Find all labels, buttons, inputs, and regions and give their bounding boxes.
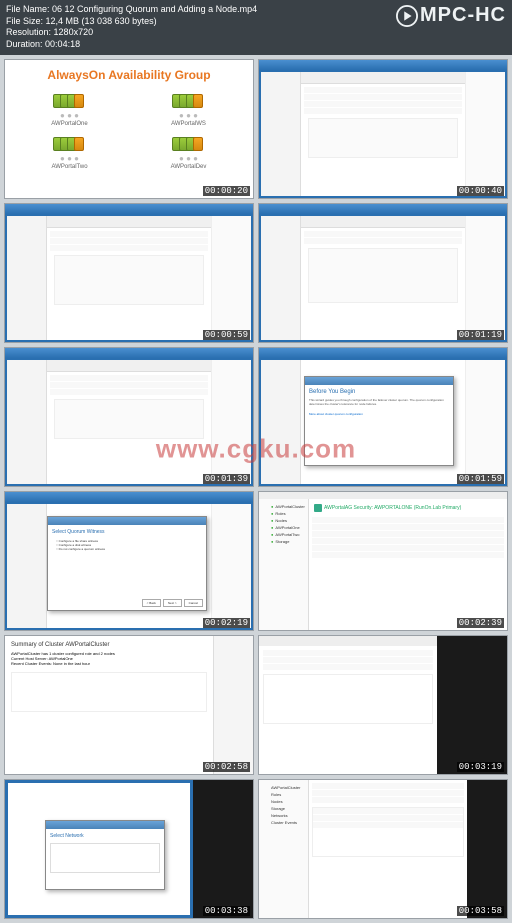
tree-item[interactable]: AWPortalTwo — [263, 531, 304, 538]
cluster-node: ● ● ● AWPortalDev — [144, 137, 233, 170]
timestamp: 00:02:19 — [203, 618, 250, 628]
timestamp: 00:01:59 — [457, 474, 504, 484]
timestamp: 00:03:58 — [457, 906, 504, 916]
tree-item[interactable]: Storage — [263, 805, 304, 812]
timestamp: 00:00:20 — [203, 186, 250, 196]
duration-label: Duration: — [6, 39, 43, 49]
tree-item[interactable]: Roles — [263, 510, 304, 517]
duration-value: 00:04:18 — [45, 39, 80, 49]
timestamp: 00:03:19 — [457, 762, 504, 772]
timestamp: 00:03:38 — [203, 906, 250, 916]
tree-item[interactable]: Cluster Events — [263, 819, 304, 826]
tree-item[interactable]: AWPortalCluster — [263, 784, 304, 791]
resolution-value: 1280x720 — [54, 27, 94, 37]
dialog-title: Select Network — [50, 833, 160, 839]
back-button[interactable]: < Back — [142, 599, 161, 607]
cluster-node: ● ● ● AWPortalOne — [25, 94, 114, 127]
thumbnail[interactable]: 00:00:40 — [258, 59, 508, 199]
next-button[interactable]: Next > — [163, 599, 182, 607]
tree-item[interactable]: AWPortalCluster — [263, 503, 304, 510]
wizard-link[interactable]: More about cluster quorum configuration — [309, 412, 449, 416]
filesize-value: 12,4 MB (13 038 630 bytes) — [46, 16, 157, 26]
diagram-title: AlwaysOn Availability Group — [5, 60, 253, 94]
tree-item[interactable]: AWPortalOne — [263, 524, 304, 531]
thumbnail[interactable]: Select Quorum Witness ○ Configure a file… — [4, 491, 254, 631]
tree-item[interactable]: Roles — [263, 791, 304, 798]
cancel-button[interactable]: Cancel — [184, 599, 203, 607]
timestamp: 00:02:58 — [203, 762, 250, 772]
tree-item[interactable]: Storage — [263, 538, 304, 545]
thumbnail[interactable]: Before You Begin This wizard guides you … — [258, 347, 508, 487]
timestamp: 00:00:40 — [457, 186, 504, 196]
timestamp: 00:00:59 — [203, 330, 250, 340]
thumbnail-grid: AlwaysOn Availability Group ● ● ● AWPort… — [0, 55, 512, 923]
radio-option[interactable]: ○ Do not configure a quorum witness — [56, 547, 202, 551]
play-icon — [396, 5, 418, 27]
wizard-title: Before You Begin — [309, 389, 449, 395]
cluster-node: ● ● ● AWPortalTwo — [25, 137, 114, 170]
tree-item[interactable]: Nodes — [263, 798, 304, 805]
shield-icon — [314, 504, 322, 512]
filename-label: File Name: — [6, 4, 50, 14]
thumbnail[interactable]: Summary of Cluster AWPortalCluster AWPor… — [4, 635, 254, 775]
tree-item[interactable]: Nodes — [263, 517, 304, 524]
security-title: AWPortalAG Security: AWPORTALONE (RunOn.… — [324, 505, 461, 511]
thumbnail[interactable]: 00:00:59 — [4, 203, 254, 343]
resolution-label: Resolution: — [6, 27, 51, 37]
timestamp: 00:01:39 — [203, 474, 250, 484]
filesize-label: File Size: — [6, 16, 43, 26]
summary-title: Summary of Cluster AWPortalCluster — [11, 642, 207, 648]
thumbnail[interactable]: AlwaysOn Availability Group ● ● ● AWPort… — [4, 59, 254, 199]
timestamp: 00:02:39 — [457, 618, 504, 628]
timestamp: 00:01:19 — [457, 330, 504, 340]
filename-value: 06 12 Configuring Quorum and Adding a No… — [52, 4, 257, 14]
tree-item[interactable]: Networks — [263, 812, 304, 819]
thumbnail[interactable]: 00:01:19 — [258, 203, 508, 343]
thumbnail[interactable]: 00:01:39 — [4, 347, 254, 487]
app-logo: MPC-HC — [396, 4, 506, 27]
cluster-node: ● ● ● AWPortalWS — [144, 94, 233, 127]
summary-line: Recent Cluster Events: None in the last … — [11, 661, 207, 666]
wizard-title: Select Quorum Witness — [52, 529, 202, 535]
wizard-text: This wizard guides you through configura… — [309, 398, 449, 406]
thumbnail[interactable]: AWPortalCluster Roles Nodes AWPortalOne … — [258, 491, 508, 631]
thumbnail[interactable]: 00:03:19 — [258, 635, 508, 775]
